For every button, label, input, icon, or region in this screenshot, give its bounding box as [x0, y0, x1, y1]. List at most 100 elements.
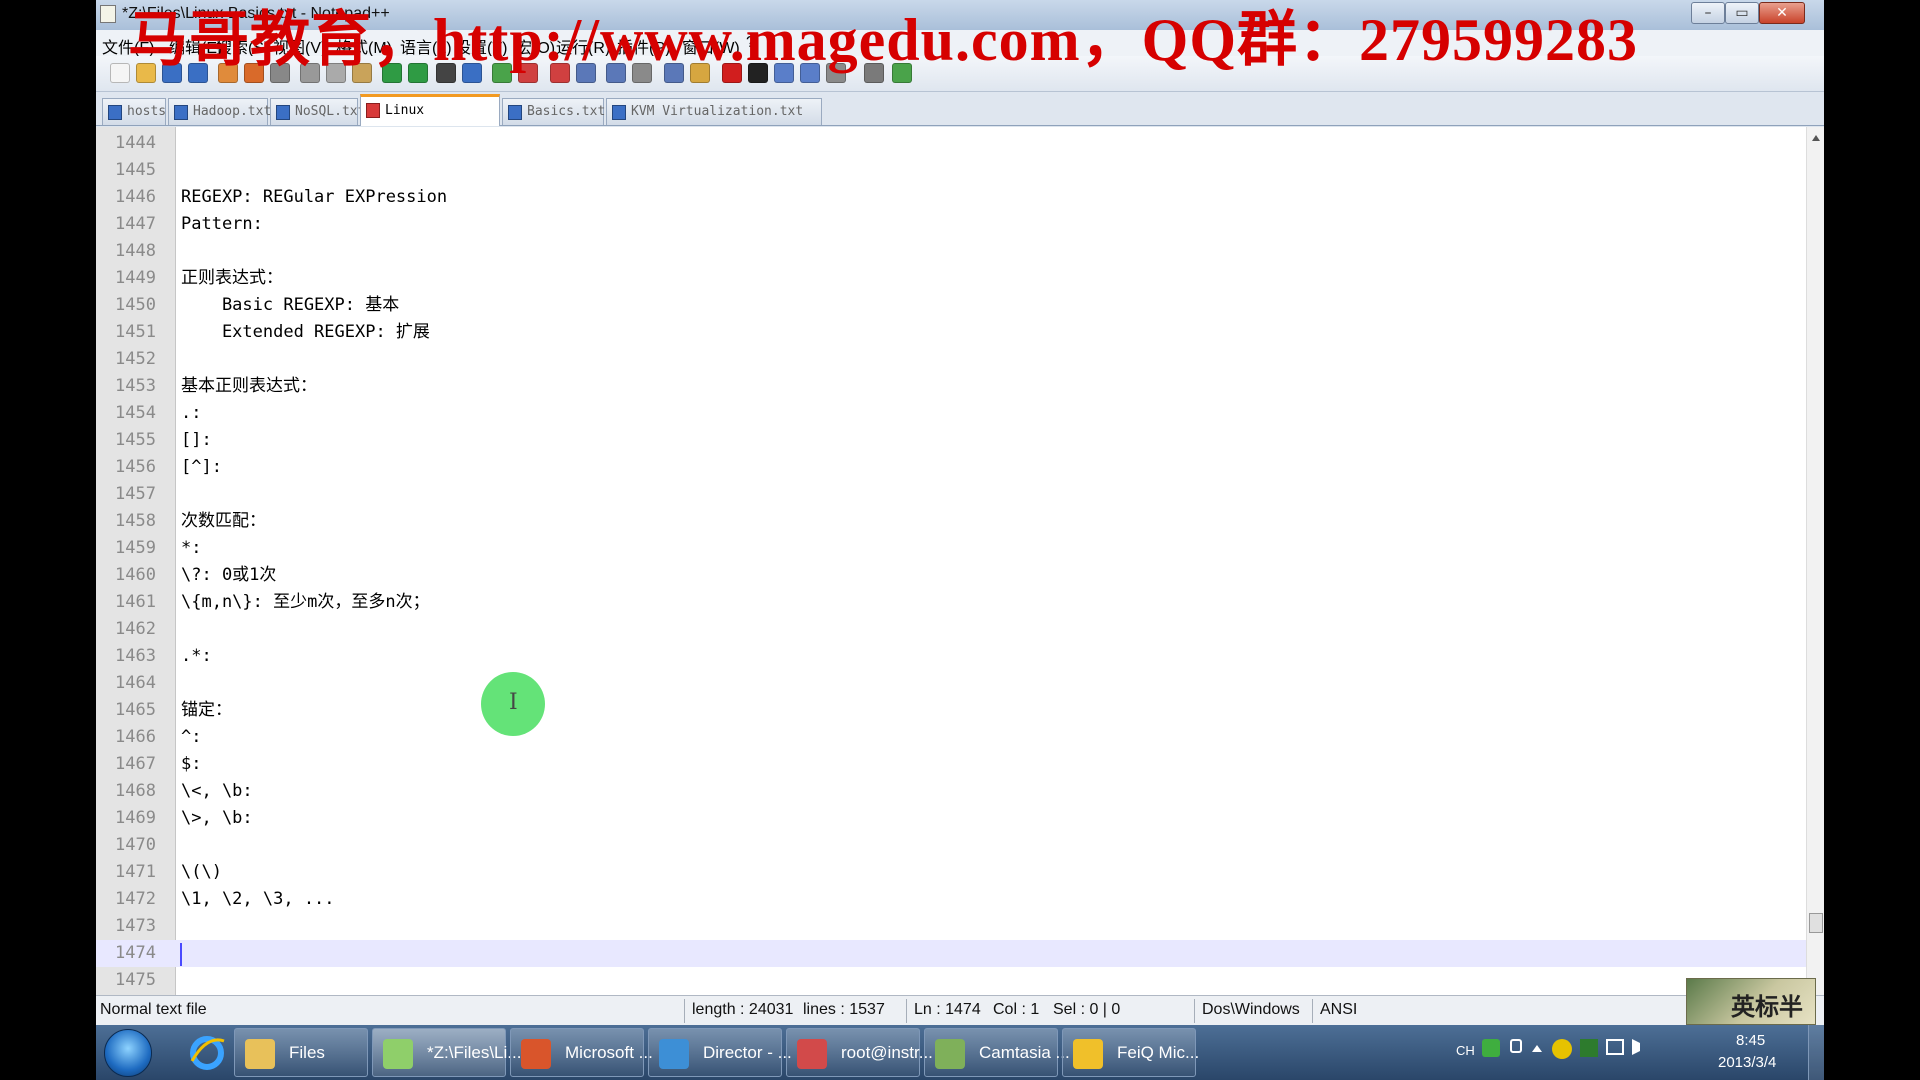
- line-text: 锚定：: [181, 700, 232, 720]
- clock-time[interactable]: 8:45: [1736, 1032, 1765, 1049]
- status-line-number: Ln : 1474: [914, 1001, 981, 1018]
- taskbar-button[interactable]: Camtasia ...: [924, 1028, 1070, 1077]
- text-line[interactable]: 1468 \<, \b:: [96, 778, 1806, 805]
- text-line[interactable]: 1463 .*:: [96, 643, 1806, 670]
- line-number: 1448: [115, 241, 156, 261]
- line-text: \>, \b:: [181, 808, 253, 828]
- text-line[interactable]: 1452: [96, 346, 1806, 373]
- taskbar-button[interactable]: *Z:\Files\Li...: [372, 1028, 521, 1077]
- status-selection: Sel : 0 | 0: [1053, 1001, 1121, 1018]
- text-line[interactable]: 1475: [96, 967, 1806, 994]
- line-number: 1467: [115, 754, 156, 774]
- tab-basics-txt[interactable]: Basics.txt: [502, 98, 606, 125]
- text-line[interactable]: 1453 基本正则表达式：: [96, 373, 1806, 400]
- tab-hadoop-txt[interactable]: Hadoop.txt: [168, 98, 271, 125]
- taskbar-button[interactable]: Microsoft ...: [510, 1028, 653, 1077]
- text-line[interactable]: 1444: [96, 130, 1806, 157]
- input-method-icon[interactable]: [1482, 1039, 1500, 1057]
- clock-date[interactable]: 2013/3/4: [1718, 1054, 1776, 1071]
- tab-linux-basics-txt[interactable]: Linux Basics.txt: [360, 94, 500, 146]
- system-tray: CH: [1446, 1025, 1824, 1080]
- network-icon[interactable]: [1606, 1039, 1624, 1055]
- taskbar-button[interactable]: root@instr...: [786, 1028, 933, 1077]
- app-icon: [1073, 1039, 1103, 1069]
- new-file-icon[interactable]: [110, 63, 130, 83]
- flag-icon[interactable]: [1510, 1039, 1522, 1053]
- line-text: REGEXP: REGular EXPression: [181, 187, 448, 207]
- show-hidden-icons[interactable]: [1532, 1045, 1542, 1052]
- line-number: 1453: [115, 376, 156, 396]
- line-number: 1473: [115, 916, 156, 936]
- text-line[interactable]: 1465 锚定：: [96, 697, 1806, 724]
- line-text: .:: [181, 403, 202, 423]
- taskbar-button[interactable]: Files: [234, 1028, 368, 1077]
- line-number: 1471: [115, 862, 156, 882]
- text-line[interactable]: 1449 正则表达式：: [96, 265, 1806, 292]
- text-line[interactable]: 1458 次数匹配：: [96, 508, 1806, 535]
- text-line[interactable]: 1447 Pattern:: [96, 211, 1806, 238]
- line-number: 1461: [115, 592, 156, 612]
- line-text: 正则表达式：: [181, 268, 283, 288]
- text-line[interactable]: 1464: [96, 670, 1806, 697]
- current-line[interactable]: 1474: [96, 940, 1806, 967]
- show-desktop-button[interactable]: [1808, 1025, 1824, 1080]
- text-line[interactable]: 1466 ^:: [96, 724, 1806, 751]
- line-number: 1470: [115, 835, 156, 855]
- text-line[interactable]: 1455 []:: [96, 427, 1806, 454]
- text-line[interactable]: 1445: [96, 157, 1806, 184]
- text-line[interactable]: 1457: [96, 481, 1806, 508]
- antivirus-icon[interactable]: [1580, 1039, 1598, 1057]
- line-number: 1451: [115, 322, 156, 342]
- text-line[interactable]: 1467 $:: [96, 751, 1806, 778]
- line-number: 1472: [115, 889, 156, 909]
- line-text: ^:: [181, 727, 202, 747]
- text-line[interactable]: 1456 [^]:: [96, 454, 1806, 481]
- status-separator: [906, 999, 907, 1023]
- text-line[interactable]: 1460 \?: 0或1次: [96, 562, 1806, 589]
- line-text: \1, \2, \3, ...: [181, 889, 335, 909]
- text-line[interactable]: 1454.:: [96, 400, 1806, 427]
- line-text: .*:: [181, 646, 212, 666]
- text-line[interactable]: 1471 \(\): [96, 859, 1806, 886]
- status-bar: Normal text file length : 24031 lines : …: [96, 995, 1824, 1025]
- line-number: 1465: [115, 700, 156, 720]
- line-number: 1457: [115, 484, 156, 504]
- vertical-scrollbar[interactable]: [1806, 127, 1824, 995]
- volume-icon[interactable]: [1632, 1039, 1648, 1055]
- line-number: 1459: [115, 538, 156, 558]
- text-line[interactable]: 1472 \1, \2, \3, ...: [96, 886, 1806, 913]
- line-text: Basic REGEXP: 基本: [181, 295, 400, 315]
- text-line[interactable]: 1446 REGEXP: REGular EXPression: [96, 184, 1806, 211]
- status-encoding: ANSI: [1320, 1001, 1358, 1018]
- app-icon: [245, 1039, 275, 1069]
- mouse-cursor-highlight: I: [481, 672, 545, 736]
- internet-explorer-icon[interactable]: [186, 1031, 228, 1073]
- app-icon: [383, 1039, 413, 1069]
- text-line[interactable]: 1448: [96, 238, 1806, 265]
- file-icon: [508, 105, 522, 120]
- language-indicator[interactable]: CH: [1456, 1043, 1475, 1058]
- text-line[interactable]: 1470: [96, 832, 1806, 859]
- text-line[interactable]: 1451 Extended REGEXP: 扩展: [96, 319, 1806, 346]
- text-line[interactable]: 1450 Basic REGEXP: 基本: [96, 292, 1806, 319]
- text-line[interactable]: 1462: [96, 616, 1806, 643]
- start-button[interactable]: [104, 1029, 152, 1077]
- text-editor[interactable]: 1444 1445 1446 REGEXP: REGular EXPression 14…: [96, 127, 1806, 995]
- text-line[interactable]: 1469 \>, \b:: [96, 805, 1806, 832]
- line-text: \{m,n\}: 至少m次，至多n次；: [181, 592, 430, 612]
- status-eol: Dos\Windows: [1202, 1001, 1300, 1018]
- plus-icon[interactable]: [1552, 1039, 1572, 1059]
- tab-kvm-virtualization-txt[interactable]: KVM Virtualization.txt: [606, 98, 822, 125]
- text-line[interactable]: 1473: [96, 913, 1806, 940]
- tab-hosts[interactable]: hosts: [102, 98, 166, 125]
- scroll-thumb[interactable]: [1809, 913, 1823, 933]
- tab-label: Basics.txt: [527, 104, 606, 119]
- line-number: 1446: [115, 187, 156, 207]
- taskbar-button[interactable]: FeiQ Mic...: [1062, 1028, 1199, 1077]
- text-line[interactable]: 1461 \{m,n\}: 至少m次，至多n次；: [96, 589, 1806, 616]
- line-number: 1444: [115, 133, 156, 153]
- text-line[interactable]: 1459 *:: [96, 535, 1806, 562]
- tab-nosql-txt[interactable]: NoSQL.txt: [270, 98, 365, 125]
- scroll-up-icon[interactable]: [1812, 135, 1820, 141]
- taskbar-button[interactable]: Director - ...: [648, 1028, 792, 1077]
